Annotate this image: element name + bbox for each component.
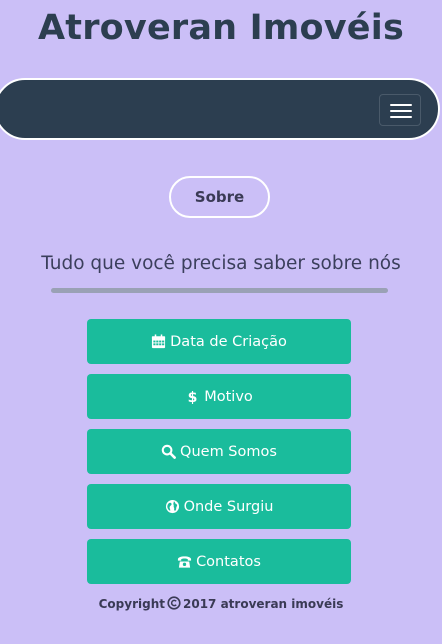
navbar-toggle-button[interactable] <box>379 94 421 126</box>
hamburger-menu-icon-bar <box>390 110 412 112</box>
onde-surgiu-button[interactable]: Onde Surgiu <box>87 484 351 529</box>
globe-icon <box>165 499 179 514</box>
calendar-icon <box>152 334 166 349</box>
motivo-button[interactable]: $ Motivo <box>87 374 351 419</box>
search-icon <box>161 444 176 459</box>
quem-somos-button[interactable]: Quem Somos <box>87 429 351 474</box>
sobre-button[interactable]: Sobre <box>169 176 270 218</box>
divider <box>51 288 388 293</box>
contatos-label: Contatos <box>196 553 261 570</box>
contatos-button[interactable]: Contatos <box>87 539 351 584</box>
hamburger-menu-icon <box>390 104 412 106</box>
dollar-icon: $ <box>188 390 198 404</box>
motivo-label: Motivo <box>204 388 253 405</box>
hamburger-menu-icon-bar <box>390 116 412 118</box>
copyright-suffix: 2017 atroveran imovéis <box>183 597 344 611</box>
data-de-criacao-button[interactable]: Data de Criação <box>87 319 351 364</box>
quem-somos-label: Quem Somos <box>180 443 277 460</box>
site-title: Atroveran Imovéis <box>38 8 404 48</box>
onde-surgiu-label: Onde Surgiu <box>183 498 274 515</box>
navbar <box>0 78 440 140</box>
data-de-criacao-label: Data de Criação <box>170 333 287 350</box>
copyright-icon <box>167 596 181 610</box>
svg-text:$: $ <box>188 390 198 404</box>
about-subtitle: Tudo que você precisa saber sobre nós <box>41 253 401 274</box>
footer-copyright: Copyright 2017 atroveran imovéis <box>0 596 442 611</box>
phone-icon <box>178 556 192 568</box>
copyright-prefix: Copyright <box>98 597 165 611</box>
